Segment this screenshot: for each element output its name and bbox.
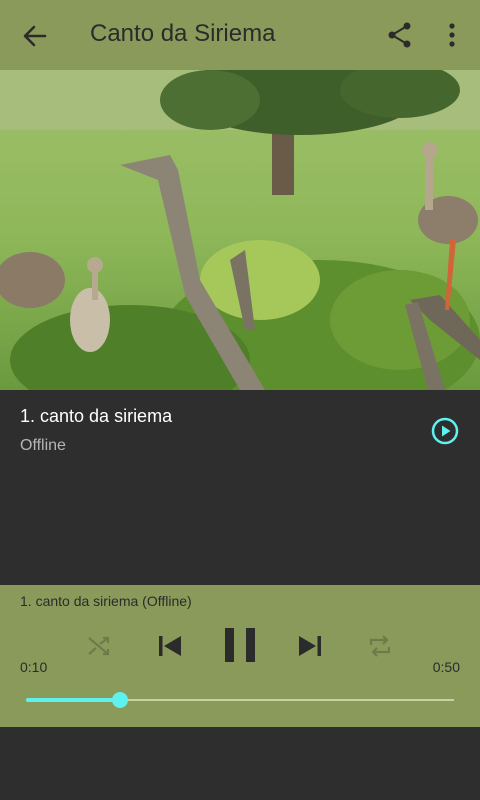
total-time: 0:50 xyxy=(432,659,460,675)
app-bar: Canto da Siriema xyxy=(0,0,480,70)
bottom-area xyxy=(0,727,480,800)
shuffle-icon[interactable] xyxy=(86,634,112,658)
repeat-icon[interactable] xyxy=(366,633,394,659)
skip-previous-icon[interactable] xyxy=(156,632,184,660)
current-time: 0:10 xyxy=(20,659,48,675)
seek-progress xyxy=(26,698,121,702)
track-title: 1. canto da siriema xyxy=(20,406,173,426)
cover-photo xyxy=(0,70,480,390)
arrow-back-icon[interactable] xyxy=(20,21,50,51)
seek-thumb[interactable] xyxy=(112,692,129,708)
play-circle-icon[interactable] xyxy=(430,416,460,446)
more-vert-icon[interactable] xyxy=(440,21,464,49)
share-icon[interactable] xyxy=(386,21,414,49)
skip-next-icon[interactable] xyxy=(296,632,324,660)
track-status: Offline xyxy=(20,437,66,454)
player-panel: 1. canto da siriema (Offline) 0:10 0:50 xyxy=(0,585,480,727)
now-playing-label: 1. canto da siriema (Offline) xyxy=(20,593,192,609)
page-title: Canto da Siriema xyxy=(90,20,276,47)
pause-icon[interactable] xyxy=(222,626,258,664)
seek-slider[interactable] xyxy=(26,692,454,708)
track-item[interactable]: 1. canto da siriema Offline xyxy=(0,390,480,585)
